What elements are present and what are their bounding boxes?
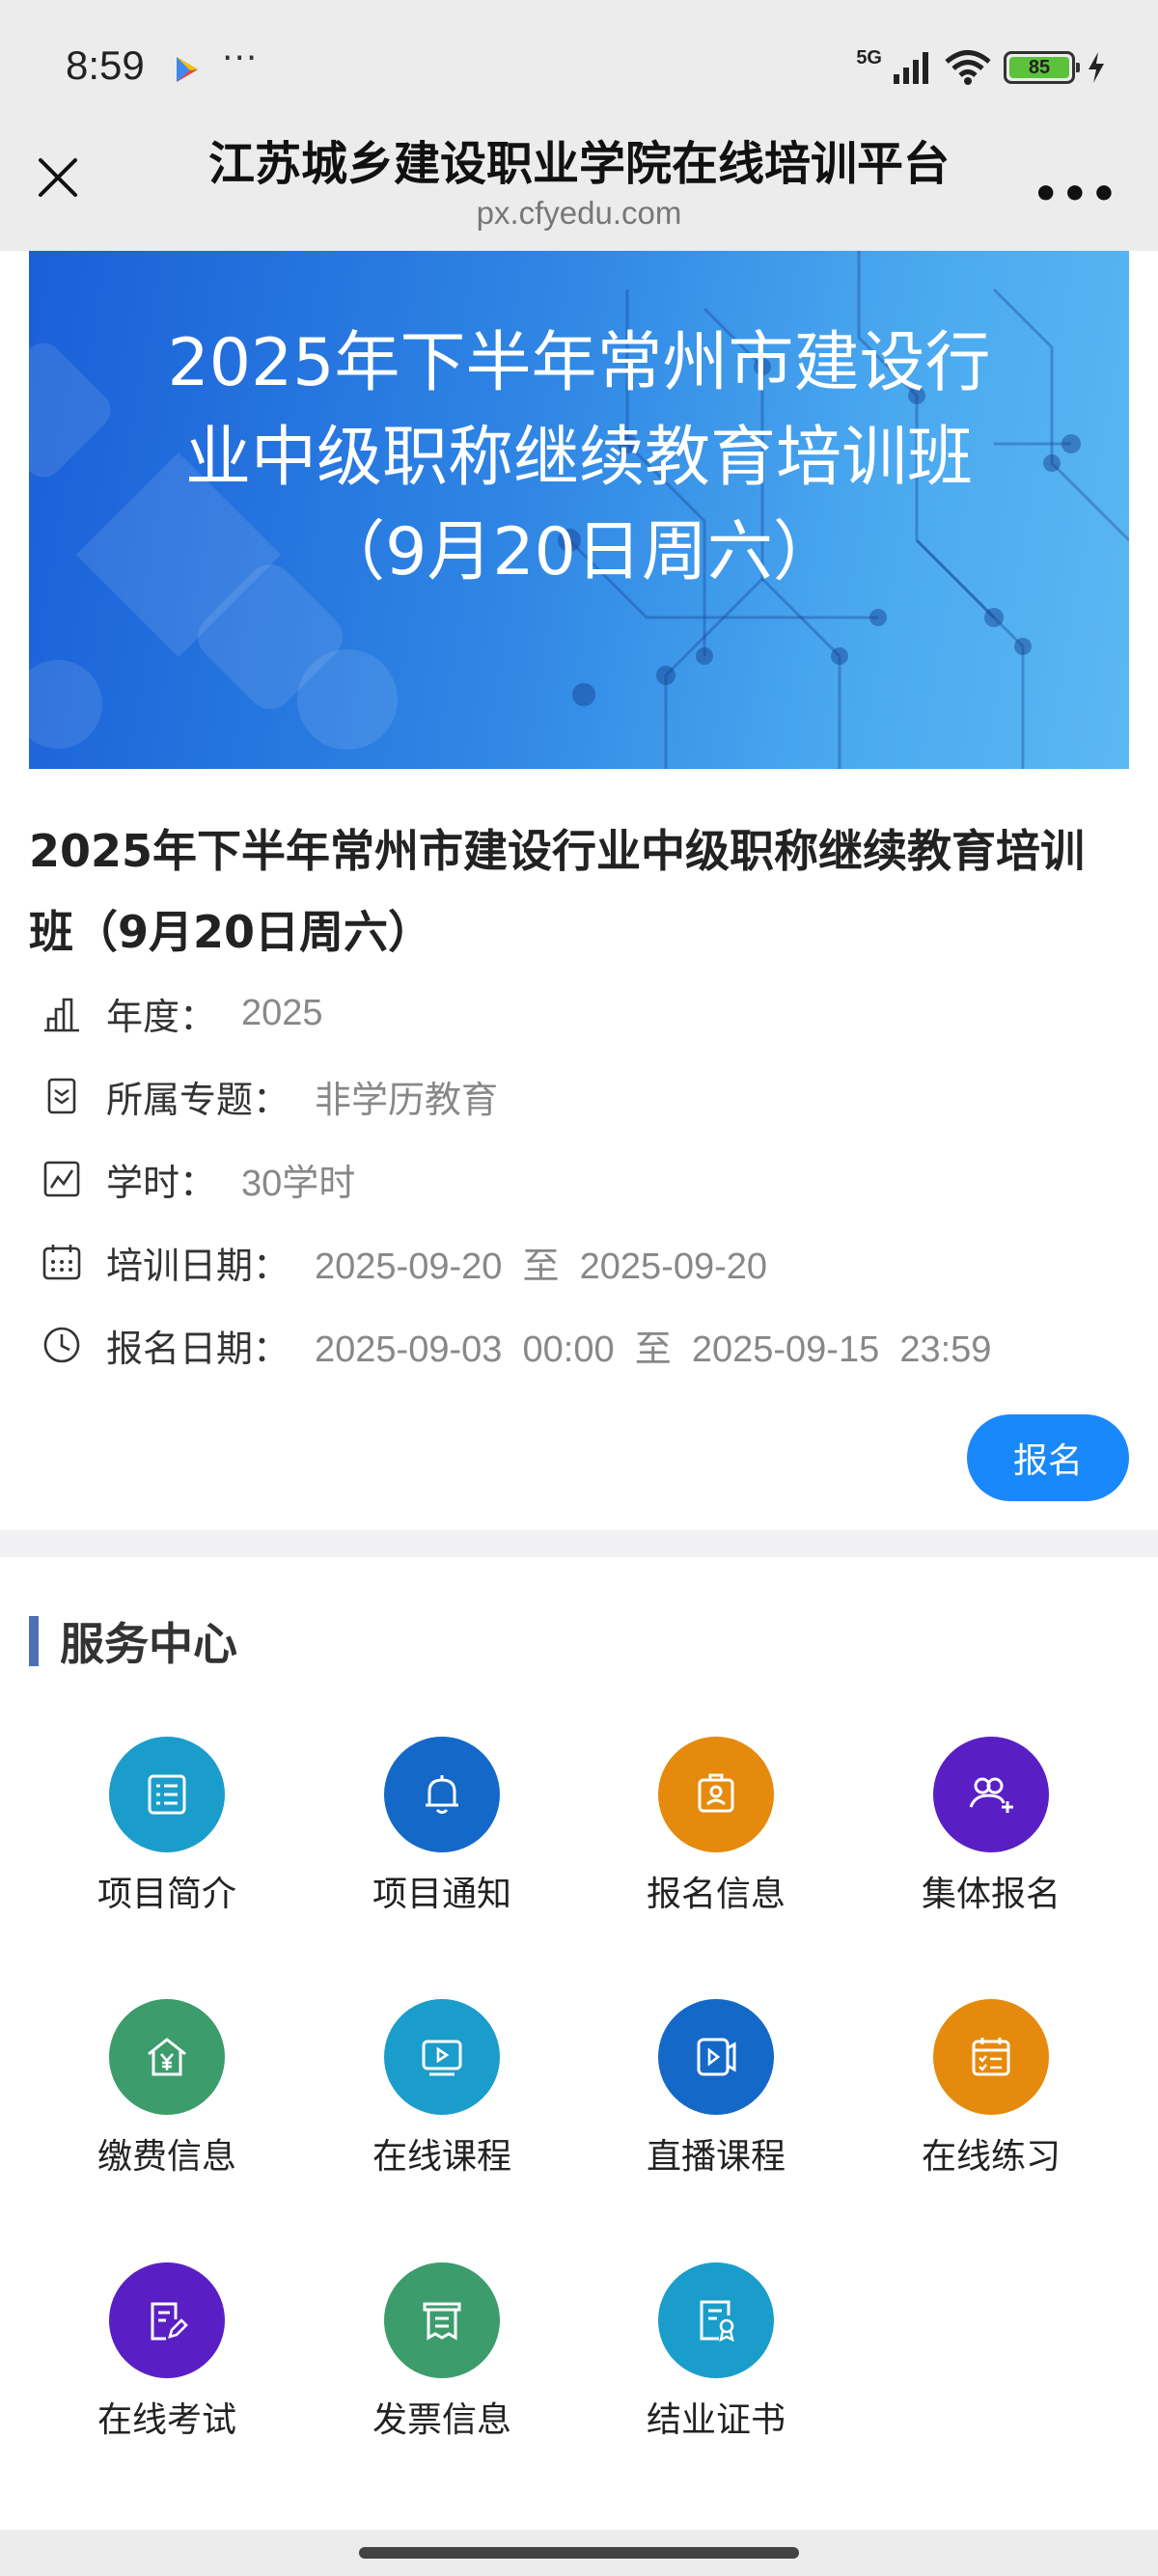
course-banner: 2025年下半年常州市建设行 业中级职称继续教育培训班 （9月20日周六） bbox=[29, 251, 1129, 769]
tile-project-intro[interactable]: 项目简介 bbox=[51, 1737, 283, 1930]
bookmark-icon bbox=[47, 1078, 76, 1114]
banner-title-line: （9月20日周六） bbox=[319, 514, 839, 590]
play-store-icon bbox=[177, 57, 198, 82]
info-label: 培训日期： bbox=[106, 1244, 290, 1287]
charging-icon bbox=[1089, 52, 1104, 83]
group-add-icon bbox=[933, 1737, 1049, 1852]
tile-completion-certificate[interactable]: 结业证书 bbox=[600, 2262, 832, 2455]
tile-online-course[interactable]: 在线课程 bbox=[326, 1999, 558, 2192]
more-menu-icon[interactable]: ••• bbox=[1033, 170, 1119, 219]
bell-icon bbox=[384, 1737, 500, 1852]
info-value: 非学历教育 bbox=[315, 1080, 499, 1121]
tile-label: 直播课程 bbox=[646, 2137, 786, 2177]
tile-label: 在线练习 bbox=[921, 2137, 1061, 2177]
project-title-line: 2025年下半年常州市建设行业中级职称继续教育培训 bbox=[29, 825, 1086, 877]
tile-invoice-info[interactable]: 发票信息 bbox=[326, 2262, 558, 2455]
home-indicator[interactable] bbox=[359, 2547, 799, 2559]
signal-icon bbox=[894, 52, 928, 84]
tile-label: 项目通知 bbox=[372, 1875, 511, 1914]
live-play-icon bbox=[658, 1999, 774, 2115]
tile-label: 集体报名 bbox=[921, 1875, 1061, 1914]
tile-label: 缴费信息 bbox=[96, 2137, 236, 2177]
page-title: 江苏城乡建设职业学院在线培训平台 bbox=[207, 137, 950, 191]
status-bar: 8:59 ··· 5G 85 bbox=[0, 0, 1158, 125]
banner-title: 2025年下半年常州市建设行 业中级职称继续教育培训班 （9月20日周六） bbox=[29, 316, 1129, 600]
house-yen-icon bbox=[109, 1999, 225, 2115]
status-time: 8:59 bbox=[66, 42, 145, 88]
tile-payment-info[interactable]: 缴费信息 bbox=[51, 1999, 283, 2192]
tile-label: 项目简介 bbox=[96, 1875, 236, 1914]
project-title: 2025年下半年常州市建设行业中级职称继续教育培训 班（9月20日周六） bbox=[29, 810, 1129, 973]
project-title-line: 班（9月20日周六） bbox=[29, 906, 433, 958]
info-value: 2025-09-03 00:00 至 2025-09-15 23:59 bbox=[315, 1329, 992, 1370]
section-divider bbox=[0, 1530, 1158, 1557]
info-label: 报名日期： bbox=[106, 1327, 290, 1370]
network-type: 5G bbox=[856, 46, 882, 69]
page-url: px.cfyedu.com bbox=[476, 195, 682, 231]
signup-button[interactable]: 报名 bbox=[967, 1414, 1129, 1501]
info-row-training-date: 培训日期： 2025-09-20 至 2025-09-20 bbox=[41, 1233, 767, 1291]
trend-chart-icon bbox=[43, 1161, 80, 1197]
service-center-header: 服务中心 bbox=[29, 1613, 237, 1670]
tile-signup-info[interactable]: 报名信息 bbox=[600, 1737, 832, 1930]
tile-label: 结业证书 bbox=[646, 2400, 786, 2440]
tile-live-course[interactable]: 直播课程 bbox=[600, 1999, 832, 2192]
checklist-icon bbox=[933, 1999, 1049, 2115]
info-label: 学时： bbox=[106, 1161, 217, 1204]
info-row-signup-date: 报名日期： 2025-09-03 00:00 至 2025-09-15 23:5… bbox=[41, 1316, 991, 1374]
banner-title-line: 2025年下半年常州市建设行 bbox=[167, 325, 991, 401]
calendar-icon bbox=[42, 1245, 81, 1280]
battery-level: 85 bbox=[1009, 57, 1069, 78]
info-value: 2025-09-20 至 2025-09-20 bbox=[315, 1246, 768, 1287]
webview-title-bar: 江苏城乡建设职业学院在线培训平台 px.cfyedu.com ••• bbox=[0, 125, 1158, 251]
info-row-topic: 所属专题： 非学历教育 bbox=[41, 1067, 498, 1125]
battery-icon: 85 bbox=[1004, 51, 1080, 84]
tile-group-signup[interactable]: 集体报名 bbox=[875, 1737, 1107, 1930]
certificate-icon bbox=[658, 2262, 774, 2378]
bar-chart-icon bbox=[44, 998, 79, 1032]
tile-online-practice[interactable]: 在线练习 bbox=[875, 1999, 1107, 2192]
tile-label: 在线考试 bbox=[96, 2400, 236, 2440]
id-badge-icon bbox=[658, 1737, 774, 1852]
service-center-title: 服务中心 bbox=[60, 1618, 237, 1670]
info-value: 2025 bbox=[241, 992, 323, 1033]
receipt-icon bbox=[384, 2262, 500, 2378]
exam-edit-icon bbox=[109, 2262, 225, 2378]
wifi-icon bbox=[945, 50, 991, 85]
banner-title-line: 业中级职称继续教育培训班 bbox=[184, 420, 973, 496]
notification-more-icon: ··· bbox=[222, 39, 259, 78]
tile-label: 在线课程 bbox=[372, 2137, 511, 2177]
info-row-year: 年度： 2025 bbox=[41, 984, 323, 1042]
tile-label: 报名信息 bbox=[646, 1875, 786, 1914]
list-doc-icon bbox=[109, 1737, 225, 1852]
info-row-hours: 学时： 30学时 bbox=[41, 1150, 355, 1208]
clock-icon bbox=[43, 1327, 80, 1363]
tile-online-exam[interactable]: 在线考试 bbox=[51, 2262, 283, 2455]
video-screen-icon bbox=[384, 1999, 500, 2115]
info-label: 所属专题： bbox=[106, 1078, 290, 1121]
section-accent-bar bbox=[29, 1616, 39, 1666]
info-value: 30学时 bbox=[241, 1163, 356, 1204]
status-indicators: 5G 85 bbox=[856, 46, 1106, 89]
tile-project-notice[interactable]: 项目通知 bbox=[326, 1737, 558, 1930]
info-label: 年度： bbox=[106, 995, 217, 1038]
tile-label: 发票信息 bbox=[372, 2400, 511, 2440]
